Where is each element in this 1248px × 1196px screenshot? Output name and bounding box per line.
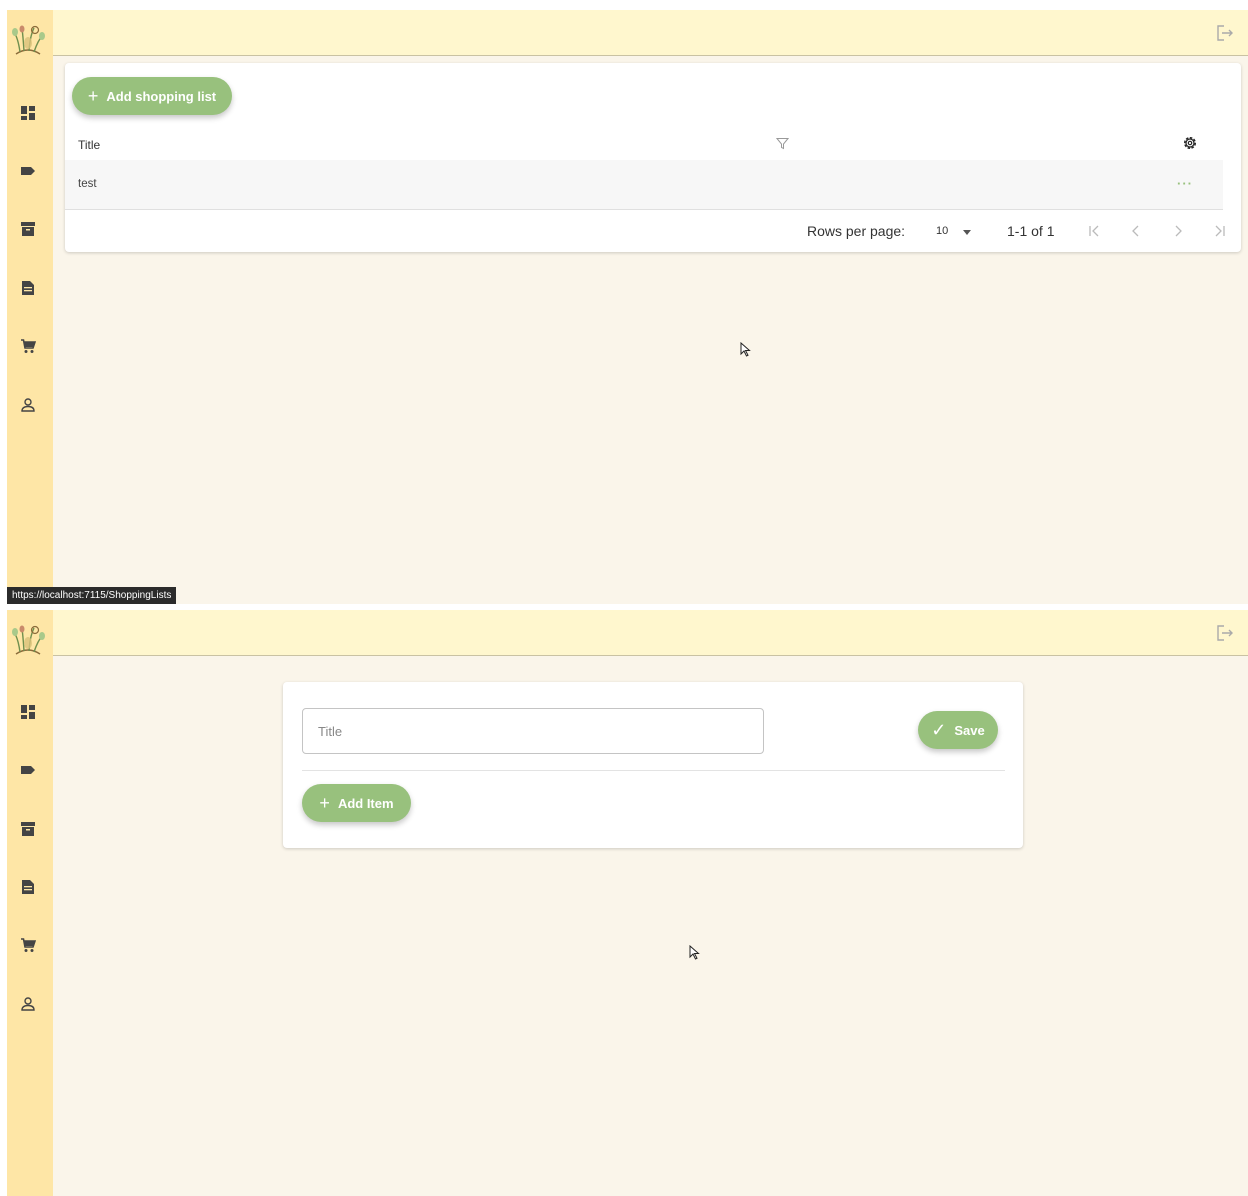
shopping-list-form-card: ✓ Save + Add Item xyxy=(283,682,1023,848)
divider xyxy=(302,770,1005,771)
table-row[interactable]: test ··· xyxy=(65,160,1223,210)
top-bar xyxy=(53,10,1248,56)
cart-icon[interactable] xyxy=(20,937,36,953)
row-title: test xyxy=(78,178,97,190)
pagination-range: 1-1 of 1 xyxy=(1007,223,1055,239)
column-header-title[interactable]: Title xyxy=(78,138,100,152)
save-label: Save xyxy=(954,722,985,738)
shopping-lists-screen: + Add shopping list Title test ··· Rows … xyxy=(7,10,1248,604)
dashboard-icon[interactable] xyxy=(20,105,36,121)
archive-icon[interactable] xyxy=(20,221,36,237)
save-button[interactable]: ✓ Save xyxy=(918,711,998,749)
plus-icon: + xyxy=(319,793,330,813)
document-icon[interactable] xyxy=(20,280,36,296)
more-actions-icon[interactable]: ··· xyxy=(1177,177,1193,190)
check-icon: ✓ xyxy=(931,720,947,740)
label-icon[interactable] xyxy=(20,163,36,179)
filter-icon[interactable] xyxy=(776,137,789,150)
gear-icon[interactable] xyxy=(1181,134,1199,152)
logo-icon[interactable] xyxy=(10,24,46,58)
logout-icon[interactable] xyxy=(1216,24,1234,42)
logout-icon[interactable] xyxy=(1216,624,1234,642)
sidebar xyxy=(7,10,53,604)
next-page-icon[interactable] xyxy=(1171,224,1185,238)
sidebar xyxy=(7,610,53,1196)
logo-icon[interactable] xyxy=(10,624,46,658)
caret-down-icon[interactable] xyxy=(963,230,971,235)
archive-icon[interactable] xyxy=(20,821,36,837)
new-shopping-list-screen: ✓ Save + Add Item xyxy=(7,610,1248,1196)
person-icon[interactable] xyxy=(20,996,36,1012)
first-page-icon[interactable] xyxy=(1087,224,1101,238)
document-icon[interactable] xyxy=(20,879,36,895)
mouse-cursor-icon xyxy=(740,342,751,357)
label-icon[interactable] xyxy=(20,762,36,778)
person-icon[interactable] xyxy=(20,397,36,413)
cart-icon[interactable] xyxy=(20,338,36,354)
mouse-cursor-icon xyxy=(689,945,700,960)
add-item-label: Add Item xyxy=(337,795,394,811)
status-bar-url: https://localhost:7115/ShoppingLists xyxy=(7,587,177,604)
plus-icon: + xyxy=(87,86,99,106)
title-field[interactable] xyxy=(302,708,764,754)
previous-page-icon[interactable] xyxy=(1129,224,1143,238)
add-shopping-list-button[interactable]: + Add shopping list xyxy=(72,77,232,115)
top-bar xyxy=(53,610,1248,656)
last-page-icon[interactable] xyxy=(1213,224,1227,238)
add-item-button[interactable]: + Add Item xyxy=(302,784,411,822)
shopping-lists-card: + Add shopping list Title test ··· Rows … xyxy=(65,63,1241,252)
table-header: Title xyxy=(65,129,1223,161)
add-shopping-list-label: Add shopping list xyxy=(106,88,217,104)
dashboard-icon[interactable] xyxy=(20,704,36,720)
rows-per-page-label: Rows per page: xyxy=(807,223,906,239)
rows-per-page-select[interactable]: 10 xyxy=(936,225,948,237)
pagination: Rows per page: 10 1-1 of 1 xyxy=(65,210,1241,252)
title-input[interactable] xyxy=(303,709,763,753)
